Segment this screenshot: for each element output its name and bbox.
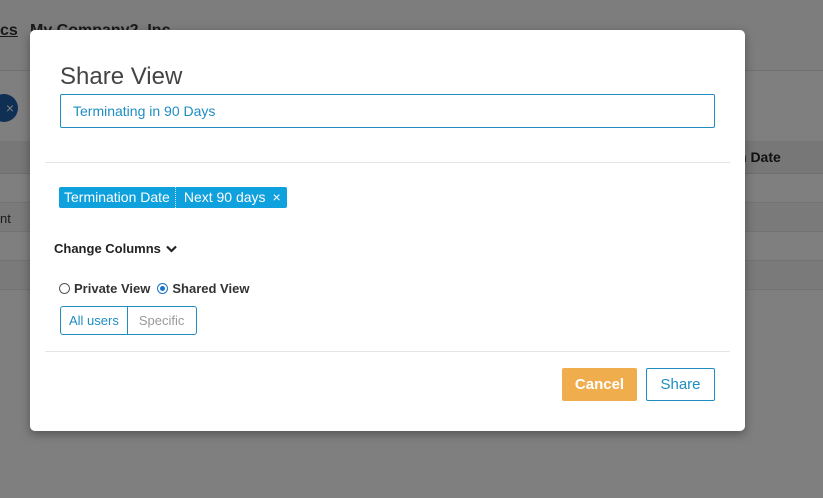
divider xyxy=(45,351,730,352)
radio-shared-view[interactable]: Shared View xyxy=(157,281,249,296)
change-columns-label: Change Columns xyxy=(54,241,161,256)
all-users-button[interactable]: All users xyxy=(61,307,128,334)
radio-private-view-circle[interactable] xyxy=(59,283,70,294)
specific-users-button[interactable]: Specific xyxy=(128,307,197,334)
radio-shared-view-label: Shared View xyxy=(172,281,250,296)
close-icon[interactable]: × xyxy=(271,187,287,208)
radio-shared-view-circle[interactable] xyxy=(157,283,169,294)
change-columns-toggle[interactable]: Change Columns xyxy=(54,241,177,256)
divider xyxy=(45,162,730,163)
view-name-input[interactable] xyxy=(60,94,715,128)
share-view-modal: Share View Termination Date Next 90 days… xyxy=(30,30,745,431)
radio-private-view-label: Private View xyxy=(74,281,151,296)
chevron-down-icon xyxy=(166,245,177,253)
filter-chip[interactable]: Termination Date Next 90 days × xyxy=(59,187,287,208)
share-button[interactable]: Share xyxy=(646,368,715,401)
audience-toggle-group: All users Specific xyxy=(60,306,198,335)
radio-private-view[interactable]: Private View xyxy=(59,281,150,296)
modal-title: Share View xyxy=(60,63,183,90)
filter-chip-field: Termination Date xyxy=(59,187,176,208)
cancel-button[interactable]: Cancel xyxy=(562,368,637,401)
visibility-radio-group: Private View Shared View xyxy=(59,281,256,296)
filter-chip-value: Next 90 days xyxy=(183,189,266,205)
